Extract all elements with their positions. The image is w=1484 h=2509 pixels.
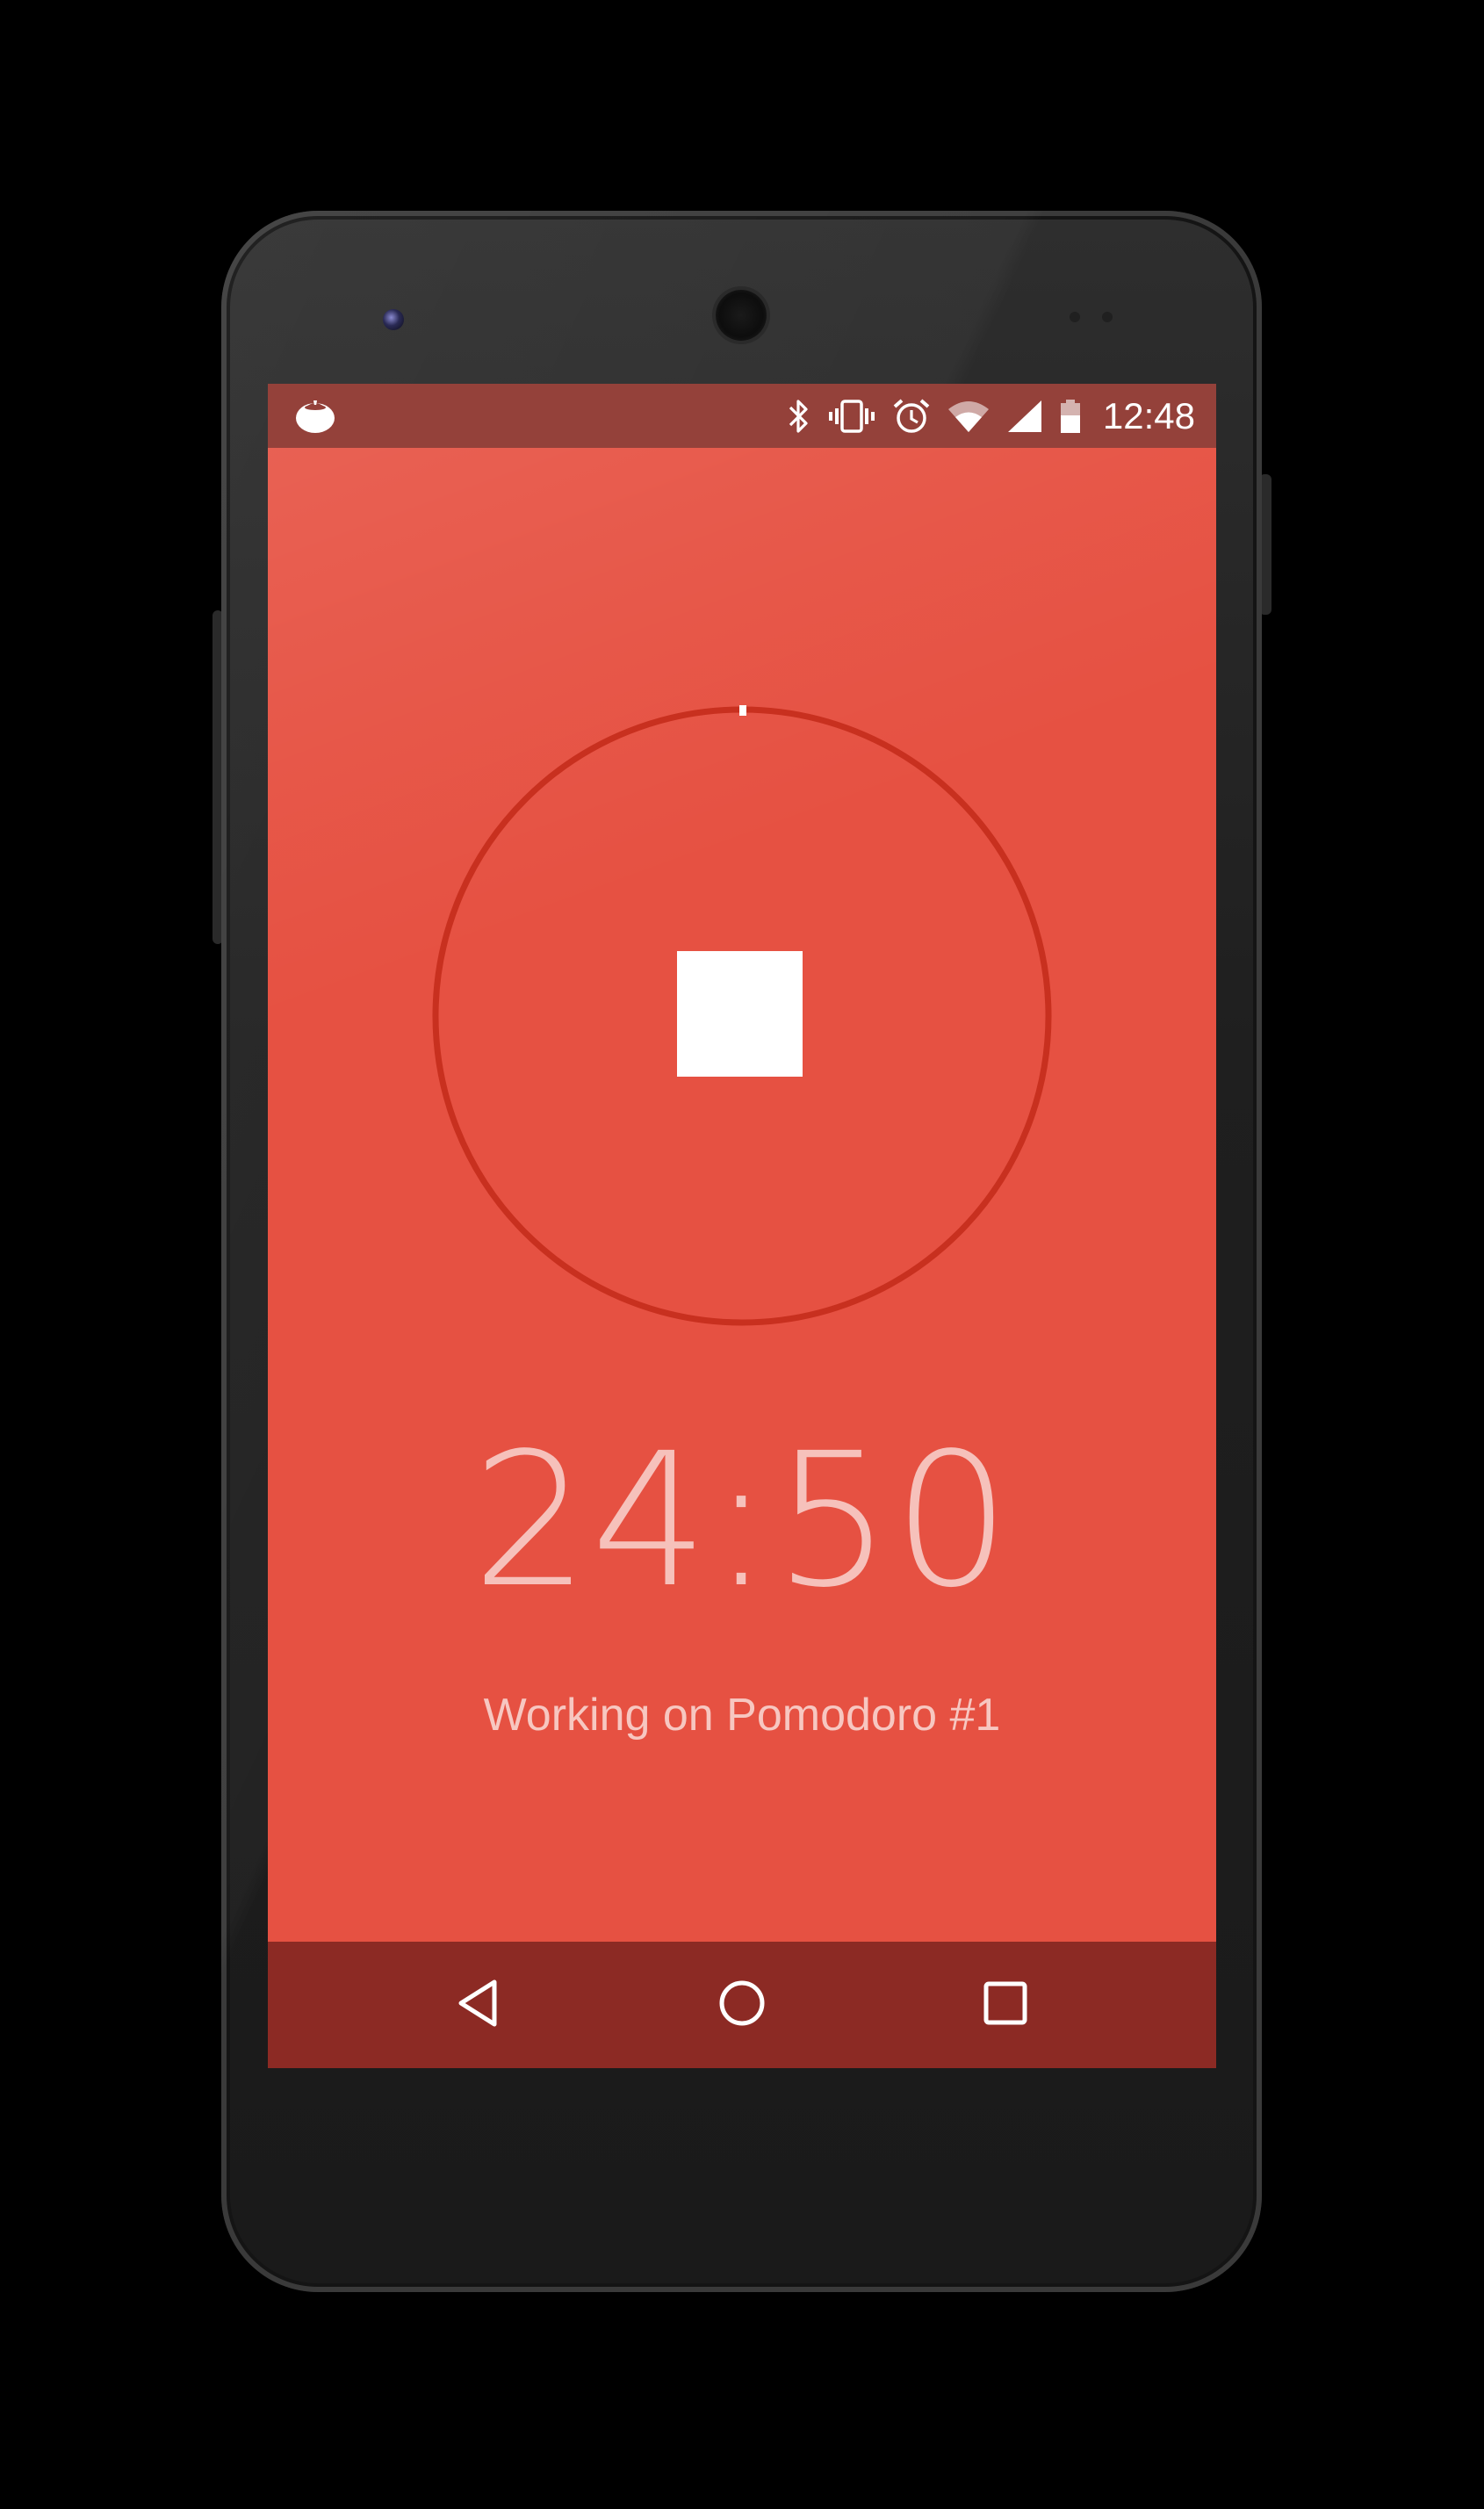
status-icons: 12:48	[785, 384, 1195, 448]
home-button[interactable]	[654, 1942, 830, 2068]
navigation-bar	[268, 1942, 1216, 2068]
countdown-timer: 24:50	[472, 1413, 1012, 1628]
back-icon	[454, 1977, 503, 2033]
recents-button[interactable]	[918, 1942, 1093, 2068]
progress-marker	[739, 705, 746, 716]
session-status-label: Working on Pomodoro #1	[483, 1690, 1001, 1741]
battery-icon	[1059, 397, 1082, 436]
proximity-sensor	[1070, 312, 1080, 322]
back-button[interactable]	[391, 1942, 566, 2068]
recents-icon	[983, 1980, 1028, 2030]
alarm-icon	[892, 397, 931, 436]
tomato-icon	[294, 396, 336, 435]
home-icon	[717, 1978, 767, 2032]
stop-button[interactable]	[677, 951, 803, 1077]
screen: 12:48 24:50 Working on Pomodoro #1	[268, 384, 1216, 2068]
earpiece-speaker	[716, 290, 767, 341]
front-camera	[383, 309, 404, 330]
wifi-icon	[947, 397, 991, 436]
bluetooth-icon	[785, 397, 811, 436]
signal-icon	[1006, 397, 1043, 436]
vibrate-icon	[827, 397, 876, 436]
light-sensor	[1102, 312, 1113, 322]
stage: 12:48 24:50 Working on Pomodoro #1	[0, 0, 1484, 2509]
stop-icon	[677, 951, 803, 1077]
status-time: 12:48	[1102, 394, 1195, 436]
status-bar: 12:48	[268, 384, 1216, 448]
